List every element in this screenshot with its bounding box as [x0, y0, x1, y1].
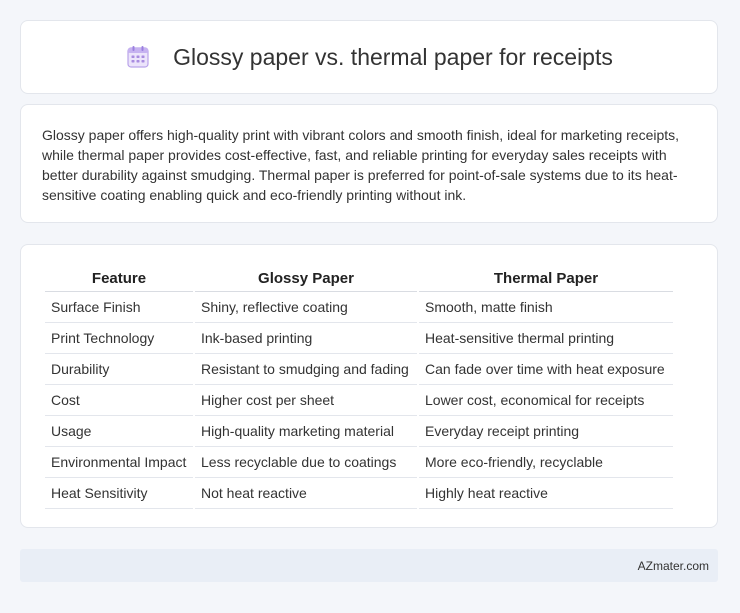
glossy-cell: Resistant to smudging and fading — [195, 354, 417, 385]
thermal-cell: Smooth, matte finish — [419, 292, 673, 323]
thermal-cell: More eco-friendly, recyclable — [419, 447, 673, 478]
footer-brand-link[interactable]: AZmater.com — [638, 559, 709, 573]
page-title: Glossy paper vs. thermal paper for recei… — [173, 43, 613, 70]
comparison-table: Feature Glossy Paper Thermal Paper Surfa… — [43, 265, 675, 509]
header-thermal-paper: Thermal Paper — [419, 265, 673, 292]
feature-cell: Durability — [45, 354, 193, 385]
feature-cell: Print Technology — [45, 323, 193, 354]
thermal-cell: Heat-sensitive thermal printing — [419, 323, 673, 354]
table-row: Cost Higher cost per sheet Lower cost, e… — [45, 385, 673, 416]
glossy-cell: High-quality marketing material — [195, 416, 417, 447]
table-row: Heat Sensitivity Not heat reactive Highl… — [45, 478, 673, 509]
thermal-cell: Everyday receipt printing — [419, 416, 673, 447]
table-row: Durability Resistant to smudging and fad… — [45, 354, 673, 385]
calendar-icon — [125, 44, 151, 70]
header-feature: Feature — [45, 265, 193, 292]
table-header-row: Feature Glossy Paper Thermal Paper — [45, 265, 673, 292]
table-row: Print Technology Ink-based printing Heat… — [45, 323, 673, 354]
table-row: Surface Finish Shiny, reflective coating… — [45, 292, 673, 323]
feature-cell: Environmental Impact — [45, 447, 193, 478]
glossy-cell: Shiny, reflective coating — [195, 292, 417, 323]
summary-text: Glossy paper offers high-quality print w… — [42, 127, 680, 203]
glossy-cell: Ink-based printing — [195, 323, 417, 354]
table-row: Usage High-quality marketing material Ev… — [45, 416, 673, 447]
footer: AZmater.com — [20, 549, 718, 582]
feature-cell: Heat Sensitivity — [45, 478, 193, 509]
header-glossy-paper: Glossy Paper — [195, 265, 417, 292]
comparison-table-card: Feature Glossy Paper Thermal Paper Surfa… — [20, 244, 718, 528]
feature-cell: Cost — [45, 385, 193, 416]
table-row: Environmental Impact Less recyclable due… — [45, 447, 673, 478]
summary-card: Glossy paper offers high-quality print w… — [20, 104, 718, 223]
thermal-cell: Lower cost, economical for receipts — [419, 385, 673, 416]
feature-cell: Usage — [45, 416, 193, 447]
thermal-cell: Highly heat reactive — [419, 478, 673, 509]
glossy-cell: Higher cost per sheet — [195, 385, 417, 416]
feature-cell: Surface Finish — [45, 292, 193, 323]
title-card: Glossy paper vs. thermal paper for recei… — [20, 20, 718, 94]
glossy-cell: Less recyclable due to coatings — [195, 447, 417, 478]
glossy-cell: Not heat reactive — [195, 478, 417, 509]
page: Glossy paper vs. thermal paper for recei… — [0, 0, 740, 613]
thermal-cell: Can fade over time with heat exposure — [419, 354, 673, 385]
